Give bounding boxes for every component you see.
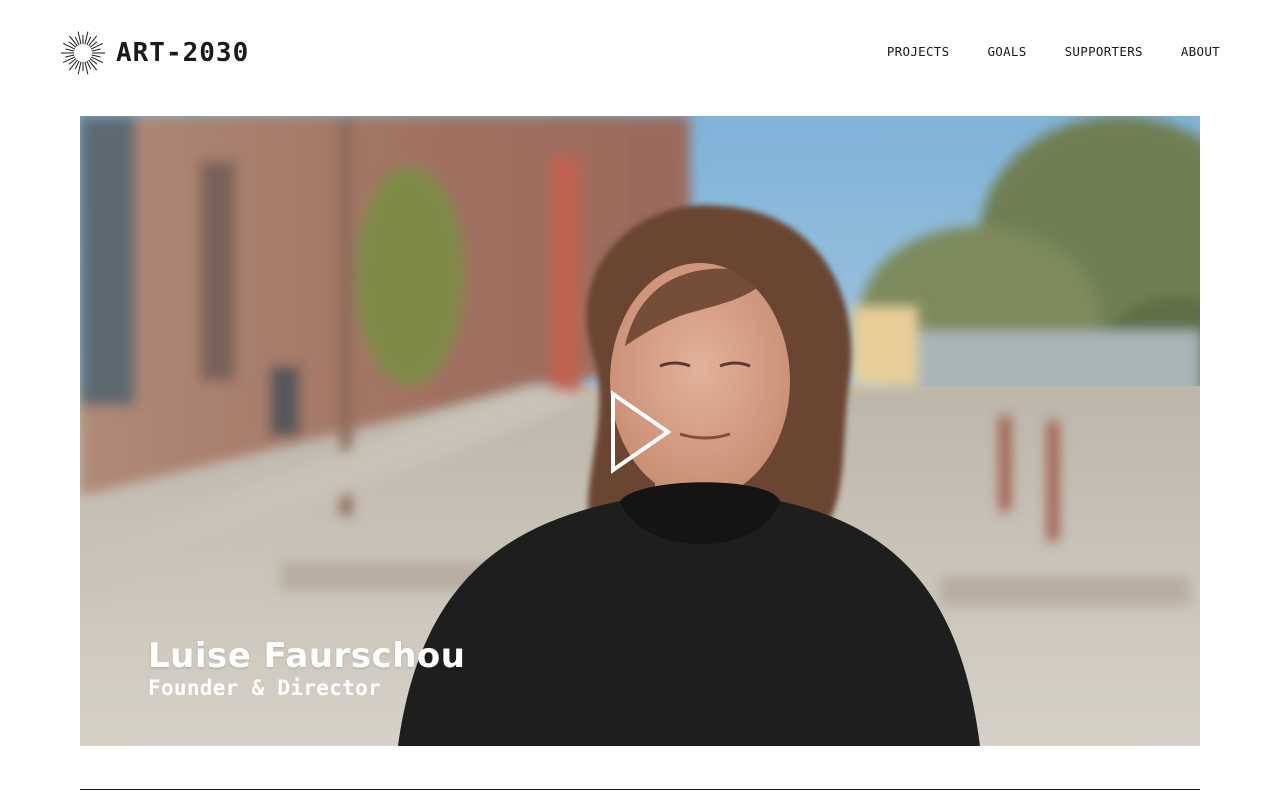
brand-name: ART-2030 [116,38,250,68]
video-caption: Luise Faurschou Founder & Director [148,636,465,700]
nav-link-projects[interactable]: PROJECTS [887,44,950,59]
nav-link-goals[interactable]: GOALS [987,44,1026,59]
site-header: ART-2030 PROJECTS GOALS SUPPORTERS ABOUT [0,0,1280,110]
nav-link-supporters[interactable]: SUPPORTERS [1065,44,1143,59]
play-icon[interactable] [608,390,674,474]
speaker-name: Luise Faurschou [148,636,466,676]
home-logo-link[interactable]: ART-2030 [60,30,249,76]
nav-link-about[interactable]: ABOUT [1181,44,1220,59]
sunburst-icon [61,31,105,75]
section-divider [80,789,1200,790]
speaker-role: Founder & Director [148,676,381,700]
featured-video[interactable]: Luise Faurschou Founder & Director [80,116,1200,746]
main-nav: PROJECTS GOALS SUPPORTERS ABOUT [887,44,1220,59]
